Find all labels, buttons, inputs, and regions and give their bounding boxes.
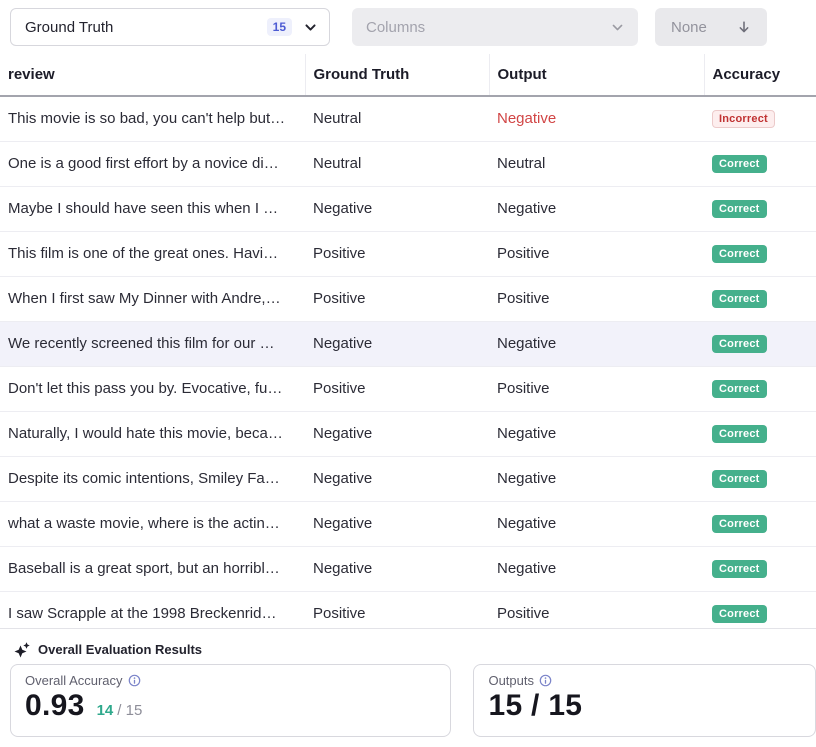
accuracy-badge: Correct [712,470,767,488]
column-header-review: review [0,54,305,96]
output-cell: Negative [489,96,704,141]
accuracy-badge: Correct [712,380,767,398]
chevron-down-icon [304,21,317,34]
accuracy-badge: Correct [712,200,767,218]
ground-truth-select-label: Ground Truth [25,19,267,36]
column-header-ground-truth: Ground Truth [305,54,489,96]
outputs-card: Outputs 15 / 15 [473,664,816,737]
overall-results-header: Overall Evaluation Results [0,629,816,661]
outputs-value: 15 / 15 [488,689,582,723]
review-cell: We recently screened this film for our … [0,321,305,366]
output-cell: Negative [489,411,704,456]
sort-none-label: None [671,19,707,36]
info-icon[interactable] [128,674,141,687]
accuracy-cell: Correct [704,456,816,501]
table-row[interactable]: Maybe I should have seen this when I … N… [0,186,816,231]
review-cell: One is a good first effort by a novice d… [0,141,305,186]
output-cell: Negative [489,501,704,546]
review-cell: Despite its comic intentions, Smiley Fa… [0,456,305,501]
output-cell: Neutral [489,141,704,186]
table-row[interactable]: This movie is so bad, you can't help but… [0,96,816,141]
table-row[interactable]: Naturally, I would hate this movie, beca… [0,411,816,456]
ground-truth-cell: Negative [305,186,489,231]
ground-truth-count-badge: 15 [267,18,292,36]
evaluation-view: Ground Truth 15 Columns None r [0,0,816,637]
sort-none-button[interactable]: None [655,8,767,46]
accuracy-cell: Correct [704,366,816,411]
table-row[interactable]: One is a good first effort by a novice d… [0,141,816,186]
review-cell: Maybe I should have seen this when I … [0,186,305,231]
overall-accuracy-label: Overall Accuracy [25,673,123,688]
review-cell: Baseball is a great sport, but an horrib… [0,546,305,591]
accuracy-badge: Correct [712,425,767,443]
review-cell: Naturally, I would hate this movie, beca… [0,411,305,456]
ground-truth-cell: Negative [305,411,489,456]
results-cards: Overall Accuracy 0.93 14/ 15 Outputs [0,661,816,737]
chevron-down-icon [611,21,624,34]
column-header-accuracy: Accuracy [704,54,816,96]
accuracy-badge: Correct [712,155,767,173]
ground-truth-cell: Positive [305,231,489,276]
accuracy-badge: Correct [712,290,767,308]
ground-truth-select[interactable]: Ground Truth 15 [10,8,330,46]
review-cell: This movie is so bad, you can't help but… [0,96,305,141]
ground-truth-cell: Positive [305,366,489,411]
columns-select[interactable]: Columns [352,8,638,46]
overall-accuracy-value: 0.93 [25,689,85,723]
outputs-label: Outputs [488,673,534,688]
column-header-output: Output [489,54,704,96]
toolbar: Ground Truth 15 Columns None [0,0,816,54]
accuracy-cell: Correct [704,321,816,366]
output-cell: Negative [489,456,704,501]
accuracy-badge: Correct [712,245,767,263]
ground-truth-cell: Negative [305,456,489,501]
accuracy-badge: Correct [712,335,767,353]
arrow-down-icon [737,20,751,34]
overall-results-panel: Overall Evaluation Results Overall Accur… [0,628,816,747]
output-cell: Negative [489,321,704,366]
columns-select-placeholder: Columns [366,19,425,36]
overall-accuracy-card: Overall Accuracy 0.93 14/ 15 [10,664,451,737]
ground-truth-cell: Negative [305,321,489,366]
ground-truth-cell: Positive [305,276,489,321]
ground-truth-cell: Negative [305,501,489,546]
accuracy-cell: Correct [704,546,816,591]
accuracy-badge: Correct [712,515,767,533]
review-cell: When I first saw My Dinner with Andre,… [0,276,305,321]
table-row-selected[interactable]: We recently screened this film for our …… [0,321,816,366]
table-header: review Ground Truth Output Accuracy [0,54,816,96]
output-cell: Positive [489,231,704,276]
table-row[interactable]: When I first saw My Dinner with Andre,… … [0,276,816,321]
review-cell: what a waste movie, where is the actin… [0,501,305,546]
accuracy-cell: Correct [704,141,816,186]
accuracy-cell: Incorrect [704,96,816,141]
accuracy-cell: Correct [704,231,816,276]
accuracy-badge: Incorrect [712,110,775,128]
ground-truth-cell: Negative [305,546,489,591]
output-cell: Negative [489,546,704,591]
ground-truth-cell: Neutral [305,141,489,186]
table-row[interactable]: Baseball is a great sport, but an horrib… [0,546,816,591]
accuracy-badge: Correct [712,605,767,623]
table-row[interactable]: Don't let this pass you by. Evocative, f… [0,366,816,411]
overall-accuracy-fraction: 14/ 15 [97,702,143,719]
info-icon[interactable] [539,674,552,687]
accuracy-badge: Correct [712,560,767,578]
review-cell: Don't let this pass you by. Evocative, f… [0,366,305,411]
output-cell: Negative [489,186,704,231]
accuracy-cell: Correct [704,186,816,231]
output-cell: Positive [489,366,704,411]
accuracy-cell: Correct [704,501,816,546]
table-row[interactable]: Despite its comic intentions, Smiley Fa…… [0,456,816,501]
results-table: review Ground Truth Output Accuracy This… [0,54,816,637]
sparkles-icon [14,642,30,658]
table-row[interactable]: This film is one of the great ones. Havi… [0,231,816,276]
accuracy-cell: Correct [704,276,816,321]
review-cell: This film is one of the great ones. Havi… [0,231,305,276]
overall-results-title: Overall Evaluation Results [38,642,202,657]
ground-truth-cell: Neutral [305,96,489,141]
output-cell: Positive [489,276,704,321]
accuracy-cell: Correct [704,411,816,456]
table-row[interactable]: what a waste movie, where is the actin… … [0,501,816,546]
